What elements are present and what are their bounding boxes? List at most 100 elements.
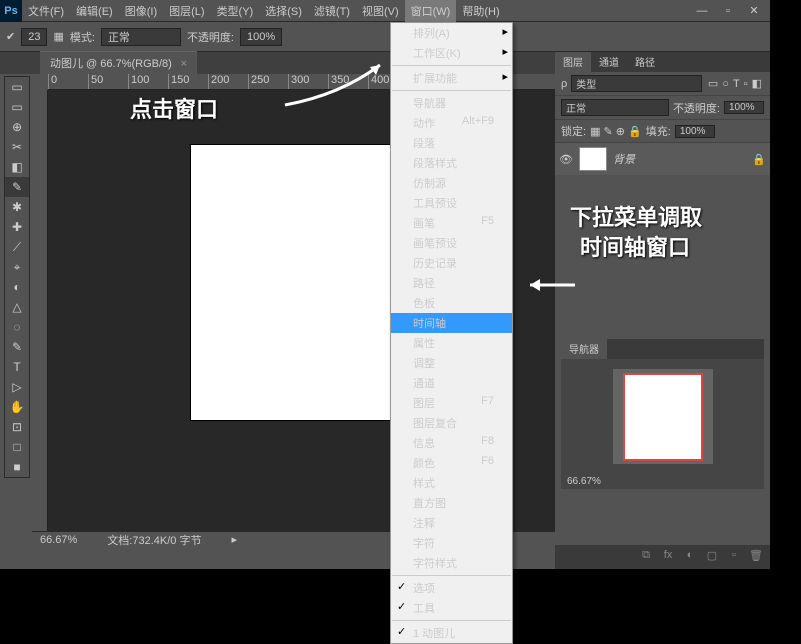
menu-item-23[interactable]: 颜色F6 xyxy=(391,453,512,473)
navigator-thumb[interactable] xyxy=(613,369,713,464)
menu-1[interactable]: 编辑(E) xyxy=(70,0,119,22)
filter-icon[interactable]: T xyxy=(733,78,740,90)
menu-5[interactable]: 选择(S) xyxy=(259,0,308,22)
menu-separator xyxy=(392,575,511,576)
tool-5[interactable]: ✎ xyxy=(5,177,29,197)
document-canvas[interactable] xyxy=(191,145,413,420)
menu-8[interactable]: 窗口(W) xyxy=(405,0,457,22)
mode-select[interactable]: 正常 xyxy=(101,28,181,46)
brush-icon[interactable]: ✔ xyxy=(6,30,15,43)
zoom-percent[interactable]: 66.67% xyxy=(40,534,77,546)
document-tab[interactable]: 动图儿 @ 66.7%(RGB/8) × xyxy=(40,51,197,74)
menu-item-7[interactable]: 段落 xyxy=(391,133,512,153)
maximize-button[interactable]: ▫ xyxy=(720,5,736,17)
menu-4[interactable]: 类型(Y) xyxy=(211,0,260,22)
visibility-icon[interactable]: 👁 xyxy=(559,153,573,166)
tool-18[interactable]: □ xyxy=(5,437,29,457)
tool-3[interactable]: ✂ xyxy=(5,137,29,157)
menu-item-22[interactable]: 信息F8 xyxy=(391,433,512,453)
panel-tab-2[interactable]: 路径 xyxy=(627,52,663,72)
menu-item-33[interactable]: 1 动图儿 xyxy=(391,623,512,643)
brush-size[interactable]: 23 xyxy=(21,28,47,46)
folder-icon[interactable]: ▢ xyxy=(704,549,720,565)
layer-opacity[interactable]: 100% xyxy=(724,101,764,114)
minimize-button[interactable]: — xyxy=(694,5,710,17)
tab-close-icon[interactable]: × xyxy=(181,58,187,70)
filter-icon[interactable]: ○ xyxy=(722,78,729,90)
lock-icons[interactable]: ▦ ✎ ⊕ 🔒 xyxy=(590,125,642,138)
menu-2[interactable]: 图像(I) xyxy=(119,0,163,22)
tool-1[interactable]: ▭ xyxy=(5,97,29,117)
tool-12[interactable]: ◌ xyxy=(5,317,29,337)
tool-15[interactable]: ▷ xyxy=(5,377,29,397)
brush-panel-icon[interactable]: ▦ xyxy=(53,30,63,43)
menu-9[interactable]: 帮助(H) xyxy=(456,0,505,22)
kind-select[interactable]: 类型 xyxy=(571,75,702,92)
layer-item[interactable]: 👁 背景 🔒 xyxy=(555,143,770,175)
menu-item-13[interactable]: 历史记录 xyxy=(391,253,512,273)
menu-item-21[interactable]: 图层复合 xyxy=(391,413,512,433)
menu-item-24[interactable]: 样式 xyxy=(391,473,512,493)
menu-item-20[interactable]: 图层F7 xyxy=(391,393,512,413)
menu-item-19[interactable]: 通道 xyxy=(391,373,512,393)
menu-7[interactable]: 视图(V) xyxy=(356,0,405,22)
tool-8[interactable]: ⟋ xyxy=(5,237,29,257)
lock-row: 锁定: ▦ ✎ ⊕ 🔒 填充: 100% xyxy=(555,120,770,143)
tool-16[interactable]: ✋ xyxy=(5,397,29,417)
tool-4[interactable]: ◧ xyxy=(5,157,29,177)
menu-3[interactable]: 图层(L) xyxy=(163,0,210,22)
layer-filter-row: ρ 类型 ▭○T▫◧ xyxy=(555,72,770,96)
layer-fill[interactable]: 100% xyxy=(675,125,715,138)
trash-icon[interactable]: 🗑 xyxy=(748,549,764,565)
filter-icon[interactable]: ▫ xyxy=(744,78,748,90)
menu-item-18[interactable]: 调整 xyxy=(391,353,512,373)
tool-2[interactable]: ⊕ xyxy=(5,117,29,137)
panel-tab-1[interactable]: 通道 xyxy=(591,52,627,72)
annotation-1: 点击窗口 xyxy=(130,92,218,124)
new-layer-icon[interactable]: ▫ xyxy=(726,549,742,565)
menu-item-9[interactable]: 仿制源 xyxy=(391,173,512,193)
menu-item-6[interactable]: 动作Alt+F9 xyxy=(391,113,512,133)
menu-item-0[interactable]: 排列(A) xyxy=(391,23,512,43)
menu-item-12[interactable]: 画笔预设 xyxy=(391,233,512,253)
menu-item-25[interactable]: 直方图 xyxy=(391,493,512,513)
navigator-tab[interactable]: 导航器 xyxy=(561,339,607,359)
menu-item-8[interactable]: 段落样式 xyxy=(391,153,512,173)
tool-13[interactable]: ✎ xyxy=(5,337,29,357)
panel-tab-0[interactable]: 图层 xyxy=(555,52,591,72)
menu-item-14[interactable]: 路径 xyxy=(391,273,512,293)
tool-6[interactable]: ✱ xyxy=(5,197,29,217)
filter-icon[interactable]: ◧ xyxy=(752,78,762,90)
menu-item-1[interactable]: 工作区(K) xyxy=(391,43,512,63)
menu-item-15[interactable]: 色板 xyxy=(391,293,512,313)
tool-17[interactable]: ⊡ xyxy=(5,417,29,437)
menu-item-17[interactable]: 属性 xyxy=(391,333,512,353)
menu-item-11[interactable]: 画笔F5 xyxy=(391,213,512,233)
tool-11[interactable]: △ xyxy=(5,297,29,317)
fx-icon[interactable]: fx xyxy=(660,549,676,565)
tool-0[interactable]: ▭ xyxy=(5,77,29,97)
menu-item-28[interactable]: 字符样式 xyxy=(391,553,512,573)
tool-14[interactable]: T xyxy=(5,357,29,377)
blend-mode[interactable]: 正常 xyxy=(561,99,669,116)
close-button[interactable]: ✕ xyxy=(746,5,762,17)
mask-icon[interactable]: ◐ xyxy=(682,549,698,565)
menu-item-30[interactable]: 选项 xyxy=(391,578,512,598)
menu-6[interactable]: 滤镜(T) xyxy=(308,0,356,22)
opacity-value[interactable]: 100% xyxy=(240,28,282,46)
layer-thumbnail xyxy=(579,147,607,171)
menu-item-26[interactable]: 注释 xyxy=(391,513,512,533)
tool-9[interactable]: ⌖ xyxy=(5,257,29,277)
tool-10[interactable]: ◐ xyxy=(5,277,29,297)
status-arrow-icon[interactable]: ▸ xyxy=(231,533,237,546)
menu-0[interactable]: 文件(F) xyxy=(22,0,70,22)
filter-icon[interactable]: ▭ xyxy=(708,78,718,90)
menu-item-10[interactable]: 工具预设 xyxy=(391,193,512,213)
menu-item-16[interactable]: 时间轴 xyxy=(391,313,512,333)
menu-item-27[interactable]: 字符 xyxy=(391,533,512,553)
tool-19[interactable]: ■ xyxy=(5,457,29,477)
menu-item-5[interactable]: 导航器 xyxy=(391,93,512,113)
link-icon[interactable]: ⧉ xyxy=(638,549,654,565)
tool-7[interactable]: ✚ xyxy=(5,217,29,237)
menu-item-31[interactable]: 工具 xyxy=(391,598,512,618)
